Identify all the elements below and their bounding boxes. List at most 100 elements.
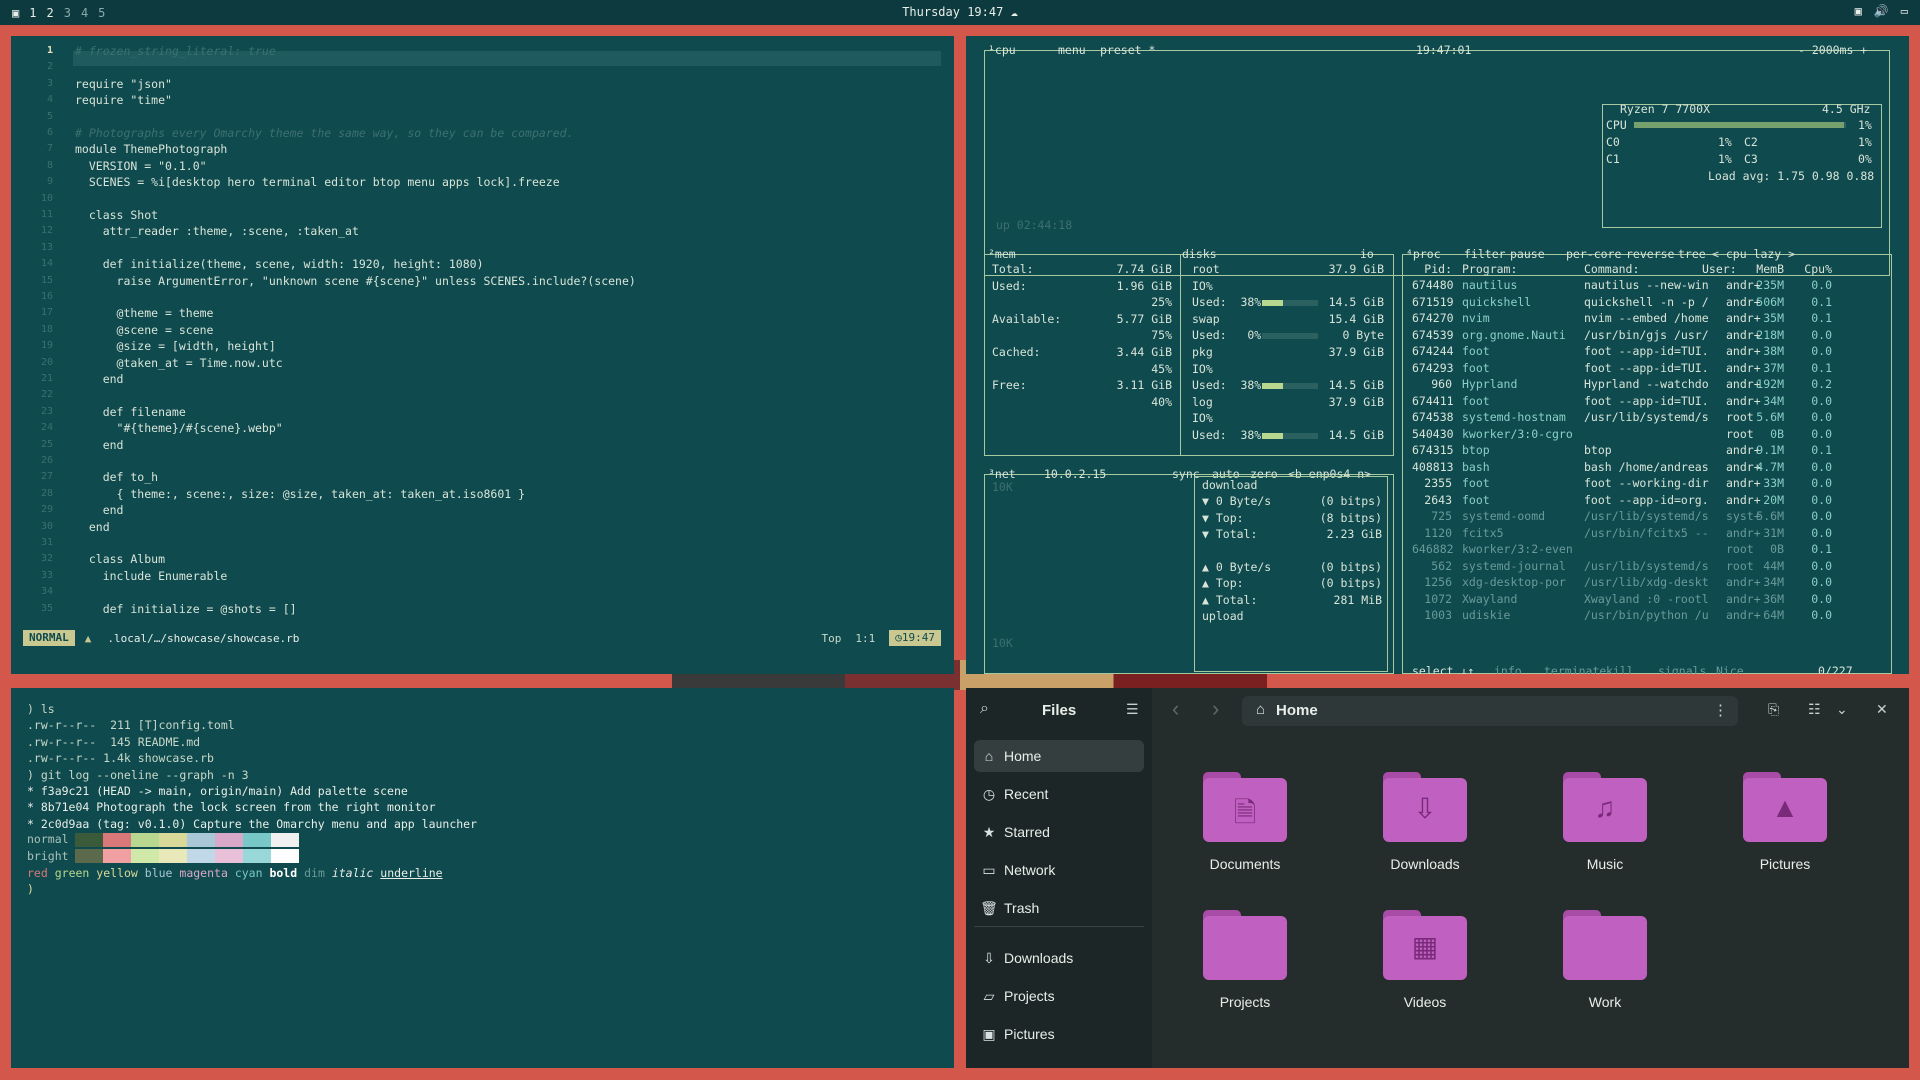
screenshot-icon[interactable]: ⎘ xyxy=(1768,701,1779,718)
sidebar-item-projects[interactable]: ▱ Projects xyxy=(974,980,1144,1012)
proc-command: /usr/lib/systemd/s xyxy=(1584,509,1709,523)
style-sample: bold xyxy=(269,866,298,880)
net-label: ▲ 0 Byte/s xyxy=(1202,560,1272,574)
proc-footer-item[interactable]: signals xyxy=(1658,664,1706,674)
proc-pid: 646882 xyxy=(1412,542,1454,556)
core-c3-label: C3 xyxy=(1744,152,1758,166)
editor-window[interactable]: 1 # frozen_string_literal: true 2 3 require … xyxy=(11,36,954,674)
sidebar-item-recent[interactable]: ◷ Recent xyxy=(974,778,1144,810)
proc-footer-item[interactable]: Nice xyxy=(1716,664,1744,674)
proc-command: foot --working-dir xyxy=(1584,476,1709,490)
net-tab[interactable]: ³net xyxy=(988,467,1016,481)
folder-label: Pictures xyxy=(1759,856,1811,872)
proc-footer-item[interactable]: 0/227 xyxy=(1818,664,1853,674)
hamburger-menu-icon[interactable]: ☰ xyxy=(1126,701,1139,718)
back-icon[interactable]: ‹ xyxy=(1172,696,1179,722)
line-number: 3 xyxy=(46,77,53,89)
mem-value: 25% xyxy=(1151,295,1172,310)
sidebar-item-home[interactable]: ⌂ Home xyxy=(974,740,1144,772)
proc-cpu: 0.0 xyxy=(1811,492,1832,507)
style-sample: cyan xyxy=(234,866,263,880)
screen-icon[interactable]: ▣ xyxy=(1855,4,1862,18)
folder-icon xyxy=(1563,910,1647,980)
net-label: ▼ Top: xyxy=(1202,510,1244,525)
forward-icon[interactable]: › xyxy=(1212,696,1219,722)
terminal-window[interactable]: ) ls .rw-r--r-- 211 [T]config.toml .rw-r--… xyxy=(11,688,954,1068)
proc-command: foot --app-id=TUI. xyxy=(1584,344,1709,358)
style-sample: red xyxy=(27,866,48,880)
disk-value: 37.9 GiB xyxy=(1328,262,1384,276)
btop-window[interactable]: ¹cpu menu preset * 19:47:01 - 2000ms + up 02:… xyxy=(966,36,1909,674)
folder-downloads[interactable]: ⇩ Downloads xyxy=(1350,772,1500,872)
proc-cpu: 0.0 xyxy=(1811,608,1832,622)
proc-command: foot --app-id=org. xyxy=(1584,492,1709,507)
folder-videos[interactable]: ▦ Videos xyxy=(1350,910,1500,1010)
mem-tab[interactable]: ²mem xyxy=(988,247,1016,261)
proc-program: foot xyxy=(1462,393,1490,408)
palette-swatch xyxy=(159,832,187,847)
code-line: SCENES = %i[desktop hero terminal editor… xyxy=(75,175,560,190)
status-clock: ◷19:47 xyxy=(889,630,941,646)
close-icon[interactable]: ✕ xyxy=(1876,701,1888,718)
menu-tab[interactable]: menu xyxy=(1058,43,1086,57)
proc-program: nvim xyxy=(1462,311,1490,325)
refresh-rate[interactable]: - 2000ms + xyxy=(1798,43,1867,57)
clock[interactable]: Thursday 19:47 ☁ xyxy=(0,5,1920,19)
proc-program: kworker/3:0-cgro xyxy=(1462,426,1573,441)
proc-tab[interactable]: tree xyxy=(1678,247,1706,261)
io-tab[interactable]: io xyxy=(1360,247,1374,261)
proc-cpu: 0.0 xyxy=(1811,558,1832,573)
folder-music[interactable]: ♫ Music xyxy=(1530,772,1680,872)
view-options-icon[interactable]: ⌄ xyxy=(1836,701,1848,718)
code-line: @theme = theme xyxy=(75,306,214,321)
proc-command: /usr/bin/fcitx5 -- xyxy=(1584,525,1709,540)
cpu-tab[interactable]: ¹cpu xyxy=(988,43,1016,57)
proc-cpu: 0.0 xyxy=(1811,327,1832,342)
disk-value: 37.9 GiB xyxy=(1328,394,1384,409)
prompt[interactable]: ) xyxy=(27,882,34,896)
palette-swatch xyxy=(243,832,271,847)
proc-footer-item[interactable]: select ↓↑ xyxy=(1412,664,1474,674)
proc-cpu: 0.1 xyxy=(1811,542,1832,556)
sidebar-item-network[interactable]: ▭ Network xyxy=(974,854,1144,886)
sidebar-item-downloads[interactable]: ⇩ Downloads xyxy=(974,942,1144,974)
search-icon[interactable]: ⌕ xyxy=(980,700,989,718)
net-value: (8 bitps) xyxy=(1319,510,1382,525)
files-window[interactable]: 🗎 Documents ⇩ Downloads ♫ Music ▲ Pictures Proje… xyxy=(966,688,1909,1068)
terminal-line: * 8b71e04 Photograph the lock screen fro… xyxy=(27,800,436,815)
preset-tab[interactable]: preset * xyxy=(1100,43,1155,57)
proc-tab[interactable]: per-core xyxy=(1566,247,1621,261)
location-bar[interactable]: ⌂ Home ⋮ xyxy=(1242,696,1738,726)
proc-cpu: 0.1 xyxy=(1811,443,1832,457)
battery-icon[interactable]: ▭ xyxy=(1901,4,1908,18)
sidebar-item-starred[interactable]: ★ Starred xyxy=(974,816,1144,848)
files-content[interactable]: 🗎 Documents ⇩ Downloads ♫ Music ▲ Pictures Proje… xyxy=(1152,688,1909,1068)
files-sidebar: ⌂ Home ◷ Recent ★ Starred ▭ Network 🗑 Trash ⇩ Downl… xyxy=(966,734,1152,1068)
folder-documents[interactable]: 🗎 Documents xyxy=(1170,772,1320,872)
volume-icon[interactable]: 🔊 xyxy=(1874,4,1889,18)
location-menu-icon[interactable]: ⋮ xyxy=(1713,701,1728,719)
proc-footer-item[interactable]: terminate xyxy=(1544,664,1606,674)
proc-footer-item[interactable]: kill xyxy=(1606,664,1634,674)
folder-work[interactable]: Work xyxy=(1530,910,1680,1010)
core-c2-value: 1% xyxy=(1858,135,1872,149)
videos-glyph-icon: ▦ xyxy=(1411,931,1439,962)
sidebar-item-trash[interactable]: 🗑 Trash xyxy=(974,892,1144,924)
disks-tab[interactable]: disks xyxy=(1182,247,1217,261)
proc-pid: 960 xyxy=(1431,377,1452,391)
folder-projects[interactable]: Projects xyxy=(1170,910,1320,1010)
list-view-icon[interactable]: ☷ xyxy=(1808,701,1821,718)
palette-row: bright xyxy=(27,849,299,864)
style-sample: yellow xyxy=(96,866,138,880)
proc-footer-item[interactable]: info xyxy=(1494,664,1522,674)
palette-row: normal xyxy=(27,832,299,847)
sidebar-item-pictures[interactable]: ▣ Pictures xyxy=(974,1018,1144,1050)
proc-tab[interactable]: reverse xyxy=(1626,247,1674,261)
proc-tab[interactable]: < cpu lazy > xyxy=(1712,247,1795,261)
proc-program: foot xyxy=(1462,344,1490,358)
proc-tab[interactable]: ⁴proc xyxy=(1406,247,1441,261)
line-number: 2 xyxy=(46,61,53,73)
folder-pictures[interactable]: ▲ Pictures xyxy=(1710,772,1860,872)
proc-tab[interactable]: filter xyxy=(1464,247,1506,261)
proc-tab[interactable]: pause xyxy=(1510,247,1545,261)
